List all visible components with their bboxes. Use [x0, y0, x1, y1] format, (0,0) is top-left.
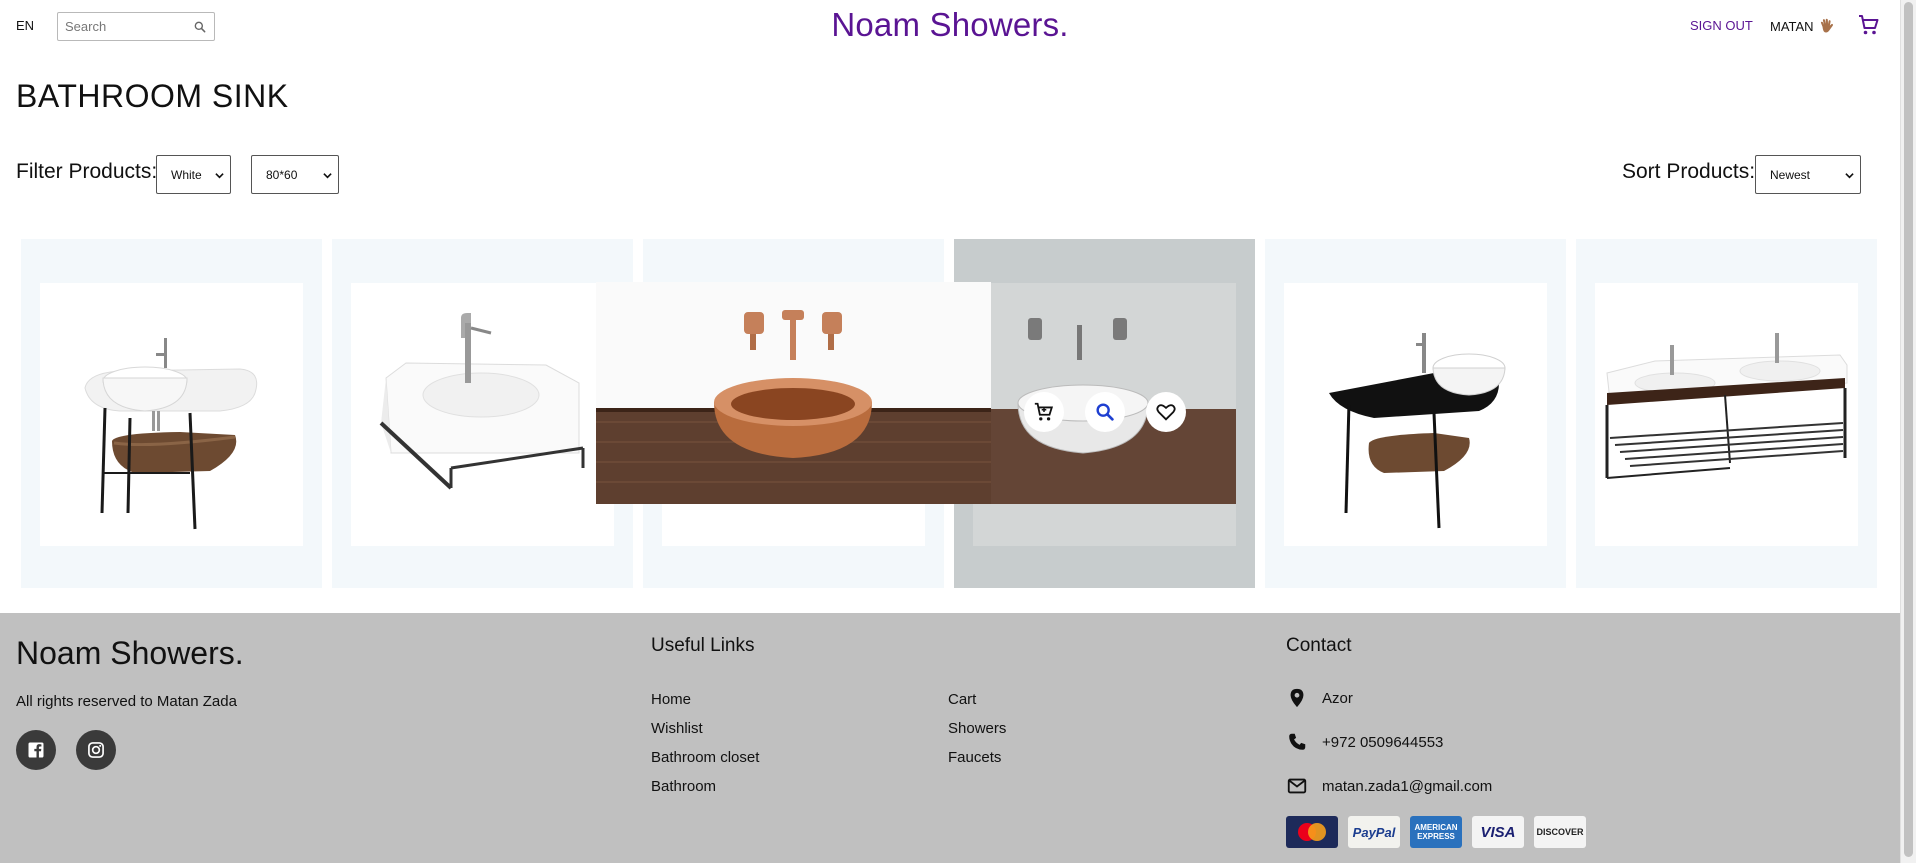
scrollbar-thumb[interactable]	[1904, 2, 1913, 857]
size-filter-value: 80*60	[266, 167, 298, 182]
amex-logo: AMERICAN EXPRESS	[1410, 816, 1462, 848]
product-card[interactable]	[332, 239, 633, 588]
phone-icon	[1289, 733, 1306, 750]
user-menu[interactable]: MATAN	[1770, 17, 1836, 35]
footer-brand: Noam Showers.	[16, 635, 244, 671]
product-card[interactable]	[954, 239, 1255, 588]
copper-sink-product-image[interactable]	[596, 282, 991, 504]
footer-link-showers[interactable]: Showers	[948, 714, 1006, 743]
sign-out-link[interactable]: SIGN OUT	[1690, 18, 1753, 33]
footer-link-bathroom-closet[interactable]: Bathroom closet	[651, 743, 759, 772]
product-card[interactable]	[21, 239, 322, 588]
quick-view-button[interactable]	[1085, 392, 1125, 432]
paypal-logo: PayPal	[1348, 816, 1400, 848]
quick-view-icon	[1096, 403, 1114, 421]
contact-heading: Contact	[1286, 635, 1352, 656]
discover-logo: DISCOVER	[1534, 816, 1586, 848]
facebook-button[interactable]	[16, 730, 56, 770]
cart-icon[interactable]	[1857, 13, 1881, 37]
chevron-down-icon	[1845, 173, 1854, 179]
copyright-text: All rights reserved to Matan Zada	[16, 693, 237, 710]
footer-link-bathroom[interactable]: Bathroom	[651, 772, 759, 801]
footer-link-faucets[interactable]: Faucets	[948, 743, 1006, 772]
product-image[interactable]	[1595, 283, 1858, 546]
brand-logo[interactable]: Noam Showers.	[0, 6, 1900, 44]
useful-links-column-1: Home Wishlist Bathroom closet Bathroom	[651, 685, 759, 801]
instagram-button[interactable]	[76, 730, 116, 770]
size-filter-select[interactable]: 80*60	[251, 155, 339, 194]
facebook-icon	[28, 742, 44, 758]
useful-links-column-2: Cart Showers Faucets	[948, 685, 1006, 772]
product-image[interactable]	[1284, 283, 1547, 546]
chevron-down-icon	[323, 173, 332, 179]
useful-links-heading: Useful Links	[651, 635, 755, 656]
product-image[interactable]	[40, 283, 303, 546]
filter-label: Filter Products:	[16, 160, 158, 183]
sort-value: Newest	[1770, 167, 1811, 182]
contact-phone: +972 0509644553	[1286, 731, 1443, 753]
product-card[interactable]	[1265, 239, 1566, 588]
product-image[interactable]	[351, 283, 614, 546]
payment-methods: PayPal AMERICAN EXPRESS VISA DISCOVER	[1286, 816, 1586, 848]
sort-select[interactable]: Newest	[1755, 155, 1861, 194]
add-to-cart-button[interactable]	[1024, 392, 1064, 432]
sort-label: Sort Products:	[1622, 160, 1756, 183]
instagram-icon	[88, 742, 104, 758]
product-hover-actions	[1024, 392, 1186, 432]
page-scrollbar[interactable]	[1900, 0, 1916, 863]
page-title: BATHROOM SINK	[16, 78, 289, 114]
color-filter-select[interactable]: White	[156, 155, 231, 194]
contact-location-text: Azor	[1322, 689, 1353, 707]
heart-icon	[1156, 404, 1176, 421]
top-navbar: EN Noam Showers. SIGN OUT MATAN	[0, 0, 1900, 52]
add-to-cart-icon	[1034, 402, 1054, 421]
footer-link-home[interactable]: Home	[651, 685, 759, 714]
wishlist-button[interactable]	[1146, 392, 1186, 432]
contact-phone-text: +972 0509644553	[1322, 733, 1444, 751]
color-filter-value: White	[171, 167, 202, 182]
contact-email: matan.zada1@gmail.com	[1286, 775, 1492, 797]
waving-hand-icon	[1820, 18, 1833, 33]
mastercard-logo	[1286, 816, 1338, 848]
chevron-down-icon	[215, 173, 224, 179]
site-footer: Noam Showers. All rights reserved to Mat…	[0, 613, 1900, 863]
footer-link-cart[interactable]: Cart	[948, 685, 1006, 714]
visa-logo: VISA	[1472, 816, 1524, 848]
username: MATAN	[1770, 18, 1814, 34]
contact-location: Azor	[1286, 687, 1353, 709]
footer-link-wishlist[interactable]: Wishlist	[651, 714, 759, 743]
location-pin-icon	[1290, 688, 1304, 708]
contact-email-text: matan.zada1@gmail.com	[1322, 777, 1493, 795]
mail-icon	[1287, 778, 1307, 794]
product-card[interactable]	[1576, 239, 1877, 588]
